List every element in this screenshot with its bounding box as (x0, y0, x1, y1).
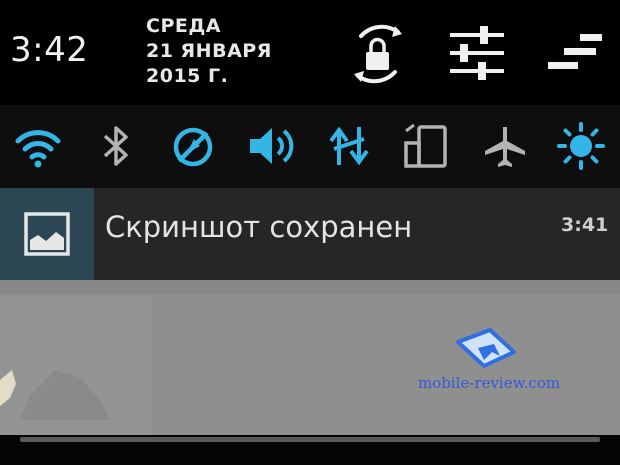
settings-sliders-icon[interactable] (448, 24, 506, 82)
clock: 3:42 (10, 30, 89, 70)
auto-rotate-icon[interactable] (402, 121, 452, 171)
watermark-text: mobile-review.com (418, 374, 561, 392)
date-year: 2015 Г. (146, 65, 229, 87)
bluetooth-icon[interactable] (91, 121, 141, 171)
preview-shape (0, 370, 110, 420)
notification-title: Скриншот сохранен (105, 210, 413, 244)
date-day: СРЕДА (146, 15, 221, 37)
data-sync-icon[interactable] (324, 121, 374, 171)
notifications-clear-icon[interactable] (546, 30, 604, 74)
quick-settings-row (0, 105, 620, 188)
date-day-month: 21 ЯНВАРЯ (146, 40, 272, 62)
image-icon (24, 212, 70, 256)
notification-icon-area (0, 188, 94, 280)
sound-volume-icon[interactable] (246, 121, 296, 171)
status-header: 3:42 СРЕДА 21 ЯНВАРЯ 2015 Г. (0, 0, 620, 105)
screenshot-notification[interactable]: Скриншот сохранен 3:41 (0, 188, 620, 280)
screen-rotation-lock-icon[interactable] (343, 22, 413, 86)
preview-divider (20, 437, 600, 442)
brightness-icon[interactable] (556, 121, 606, 171)
preview-top-strip (0, 280, 620, 294)
airplane-mode-icon[interactable] (480, 121, 530, 171)
gps-location-icon[interactable] (168, 121, 218, 171)
date-block: СРЕДА 21 ЯНВАРЯ 2015 Г. (146, 14, 272, 89)
wifi-icon[interactable] (13, 121, 63, 171)
notification-time: 3:41 (561, 214, 609, 236)
